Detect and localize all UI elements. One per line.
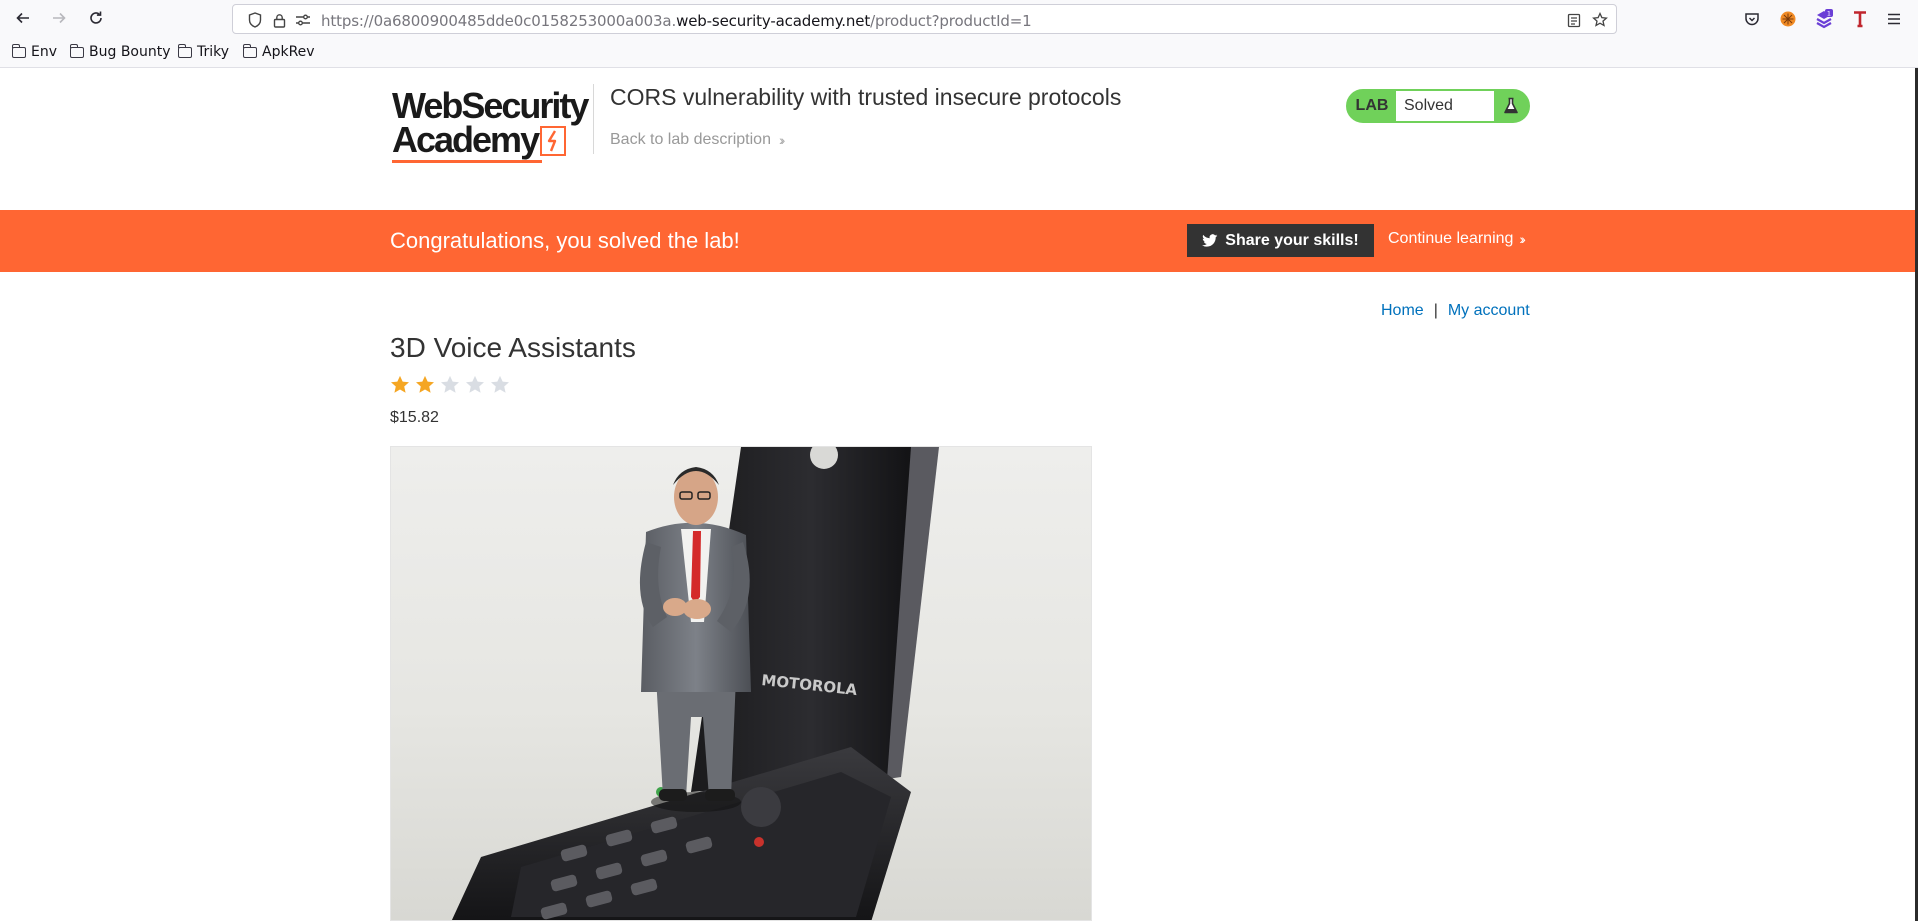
reload-icon[interactable] — [81, 4, 111, 32]
lab-tag: LAB — [1348, 91, 1396, 121]
back-link-label: Back to lab description — [610, 131, 771, 148]
bookmark-folder-bug-bounty[interactable]: Bug Bounty — [69, 43, 171, 60]
bookmark-label: ApkRev — [262, 44, 315, 60]
web-page: WebSecurity Academy CORS vulnerability w… — [0, 68, 1918, 921]
star-filled-icon — [416, 375, 434, 393]
address-bar[interactable]: https://0a6800900485dde0c0158253000a003a… — [232, 4, 1617, 34]
folder-icon — [69, 43, 84, 58]
extension-badge-count: 1 — [1827, 10, 1831, 18]
nav-separator: | — [1433, 302, 1438, 319]
congratulations-message: Congratulations, you solved the lab! — [390, 228, 740, 253]
tracking-shield-icon[interactable] — [247, 12, 263, 28]
folder-icon — [242, 43, 257, 58]
pocket-icon[interactable] — [1740, 7, 1764, 31]
lock-icon[interactable] — [271, 12, 287, 28]
double-chevron-right-icon: ›› — [778, 132, 786, 148]
back-icon[interactable] — [8, 4, 38, 32]
extension-icon[interactable] — [1776, 7, 1800, 31]
web-security-academy-logo[interactable]: WebSecurity Academy — [392, 88, 592, 163]
translate-extension-icon[interactable] — [1848, 7, 1872, 31]
bookmark-folder-env[interactable]: Env — [11, 43, 58, 60]
product-title: 3D Voice Assistants — [390, 332, 636, 363]
lab-state: Solved — [1396, 91, 1494, 121]
logo-underline — [392, 160, 542, 163]
site-permissions-icon[interactable] — [295, 12, 311, 28]
bookmark-label: Triky — [197, 44, 230, 60]
share-skills-button[interactable]: Share your skills! — [1187, 224, 1374, 257]
continue-link-label: Continue learning — [1388, 230, 1514, 247]
lab-status-widget: LAB Solved — [1346, 89, 1530, 123]
folder-icon — [177, 43, 192, 58]
forward-icon[interactable] — [44, 4, 74, 32]
product-price: $15.82 — [390, 409, 439, 426]
url-prefix: https://0a6800900485dde0c0158253000a003a… — [321, 12, 677, 30]
twitter-icon — [1202, 233, 1218, 247]
star-empty-icon — [441, 375, 459, 393]
extension-badge-icon[interactable]: 1 — [1812, 7, 1836, 31]
voice-assistant-figurine-image: MOTOROLA — [451, 447, 939, 920]
bookmark-folder-apkrev[interactable]: ApkRev — [242, 43, 315, 60]
double-chevron-right-icon: ›› — [1519, 231, 1526, 247]
product-image: MOTOROLA — [390, 446, 1092, 921]
lab-solved-banner: Congratulations, you solved the lab! Sha… — [0, 210, 1915, 272]
logo-line-2: Academy — [392, 119, 540, 160]
continue-learning-link[interactable]: Continue learning ›› — [1388, 230, 1526, 248]
flask-icon — [1494, 91, 1528, 121]
header-divider — [593, 84, 594, 154]
bookmark-folder-triky[interactable]: Triky — [177, 43, 230, 60]
logo-bolt-icon — [540, 126, 566, 156]
bookmark-star-icon[interactable] — [1592, 12, 1608, 28]
browser-toolbar: https://0a6800900485dde0c0158253000a003a… — [0, 0, 1918, 37]
product-rating — [389, 374, 511, 396]
url-host: web-security-academy.net — [676, 12, 871, 30]
star-empty-icon — [466, 375, 484, 393]
share-button-label: Share your skills! — [1225, 231, 1359, 249]
bookmarks-toolbar: Env Bug Bounty Triky ApkRev — [0, 37, 1918, 68]
reader-view-icon[interactable] — [1566, 12, 1582, 28]
bookmark-label: Env — [31, 44, 58, 60]
top-navigation: Home | My account — [1381, 302, 1530, 320]
bookmark-label: Bug Bounty — [89, 44, 171, 60]
lab-title: CORS vulnerability with trusted insecure… — [610, 84, 1122, 110]
back-to-lab-description-link[interactable]: Back to lab description ›› — [610, 131, 786, 149]
url-text[interactable]: https://0a6800900485dde0c0158253000a003a… — [321, 12, 1032, 30]
url-path: /product?productId=1 — [870, 12, 1032, 30]
star-filled-icon — [391, 375, 409, 393]
menu-icon[interactable] — [1882, 7, 1906, 31]
home-link[interactable]: Home — [1381, 302, 1424, 320]
folder-icon — [11, 43, 26, 58]
my-account-link[interactable]: My account — [1448, 302, 1530, 320]
star-empty-icon — [491, 375, 509, 393]
